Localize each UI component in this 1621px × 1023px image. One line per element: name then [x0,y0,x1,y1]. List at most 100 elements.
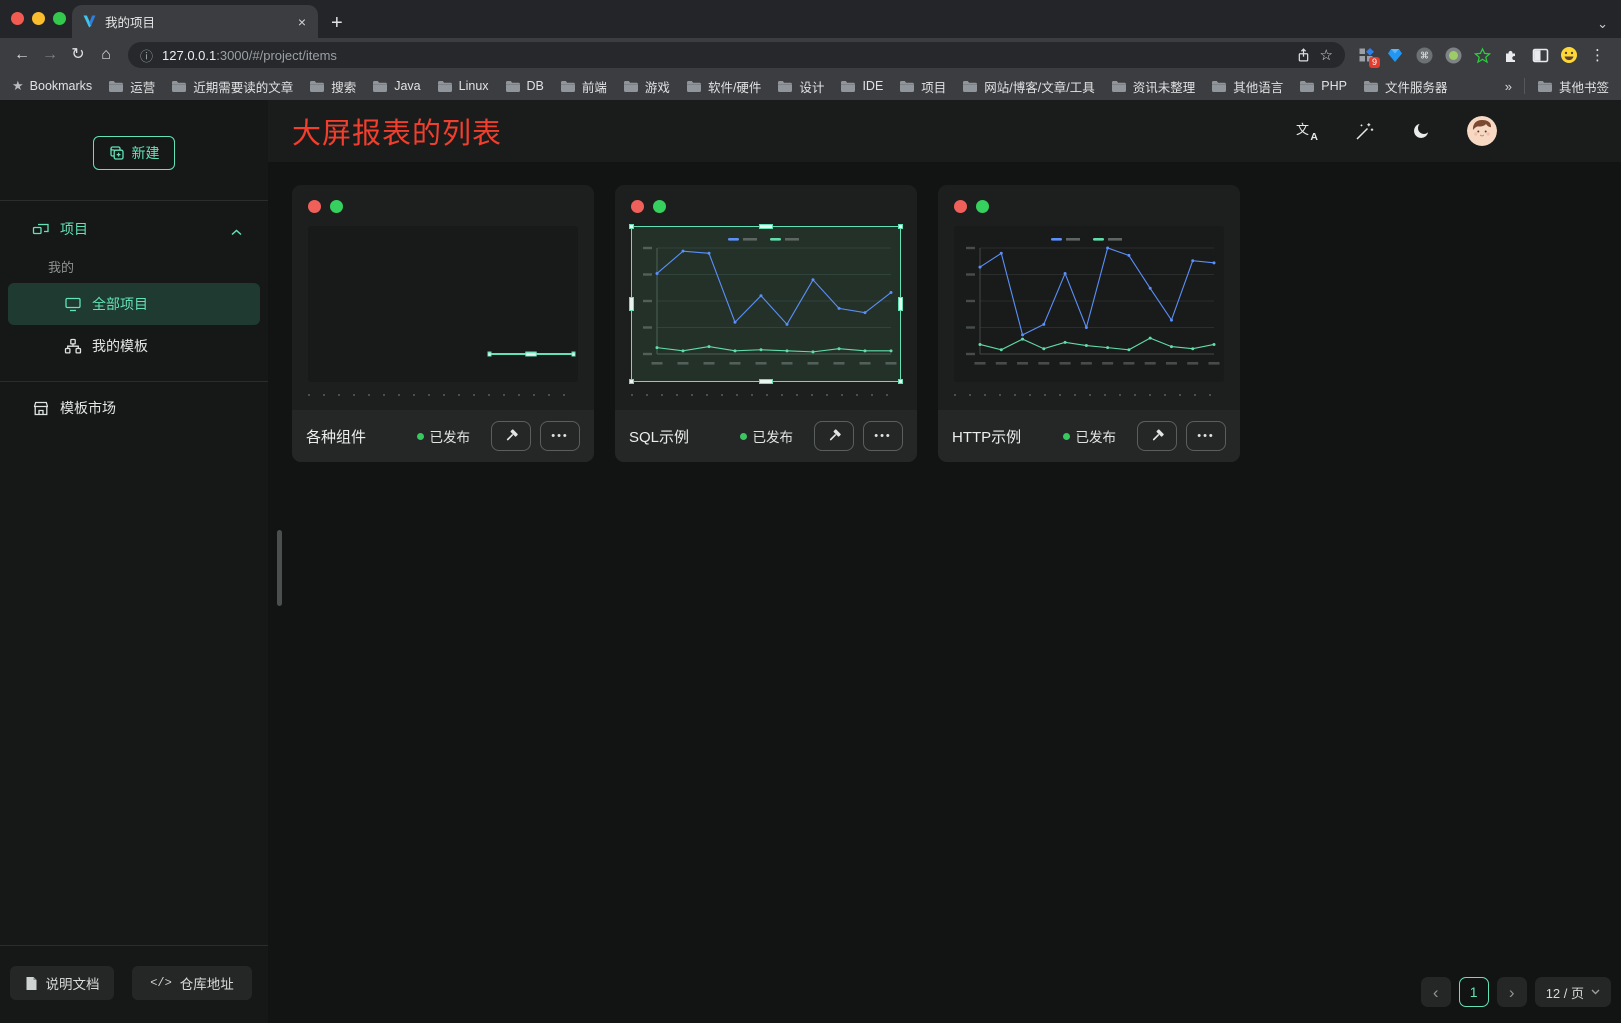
header-actions: 文A [1296,116,1597,146]
bookmark-folder[interactable]: DB [505,79,544,93]
folder-icon [623,80,639,93]
selection-handle[interactable] [898,224,903,229]
dark-mode-moon-icon[interactable] [1411,121,1431,141]
bookmark-folder[interactable]: 搜索 [309,77,356,96]
edit-project-button[interactable] [491,421,531,451]
other-bookmarks-label: 其他书签 [1559,77,1609,96]
more-actions-button[interactable]: ••• [1186,421,1226,451]
browser-tab[interactable]: 我的项目 × [72,5,318,38]
sidebar-item-my-templates[interactable]: 我的模板 [8,325,260,367]
project-thumbnail[interactable]: 25.00% [308,226,578,382]
bookmark-folder-label: DB [527,79,544,93]
selection-handle[interactable] [898,297,903,311]
more-actions-button[interactable]: ••• [863,421,903,451]
macos-minimize-button[interactable] [32,12,45,25]
address-bar[interactable]: ⓘ 127.0.0.1:3000/#/project/items ☆ [128,42,1345,68]
project-thumbnail[interactable] [954,226,1224,382]
folder-icon [560,80,576,93]
selection-handle[interactable] [629,379,634,384]
next-page-button[interactable]: › [1497,977,1527,1007]
docs-button[interactable]: 说明文档 [10,966,114,1000]
selection-handle[interactable] [526,353,537,357]
reload-button[interactable]: ↻ [64,47,92,63]
bookmark-folder[interactable]: 文件服务器 [1363,77,1448,96]
edit-project-button[interactable] [814,421,854,451]
red-dot [631,200,644,213]
bookmark-star-icon[interactable]: ☆ [1320,46,1333,64]
bookmark-folder[interactable]: 项目 [899,77,946,96]
bookmark-folder[interactable]: 游戏 [623,77,670,96]
forward-button[interactable]: → [36,47,64,63]
project-card[interactable]: 25.00%各种组件已发布••• [292,185,594,462]
emoji-extension-icon[interactable] [1560,46,1578,64]
bookmark-folder[interactable]: 资讯未整理 [1111,77,1196,96]
back-button[interactable]: ← [8,47,36,63]
bookmark-folder-label: 运营 [130,77,155,96]
selection-handle[interactable] [629,297,634,311]
magic-wand-icon[interactable] [1354,121,1375,142]
bookmark-folder[interactable]: 其他语言 [1211,77,1283,96]
new-project-button[interactable]: 新建 [93,136,175,170]
bookmark-folder[interactable]: 设计 [777,77,824,96]
extensions-puzzle-icon[interactable] [1502,46,1520,64]
bookmark-folder[interactable]: 网站/博客/文章/工具 [962,77,1094,96]
extension-circle-icon[interactable] [1444,46,1462,64]
extension-command-icon[interactable]: ⌘ [1415,46,1433,64]
tab-close-icon[interactable]: × [296,15,308,29]
bookmark-folder-label: 网站/博客/文章/工具 [984,77,1094,96]
user-avatar[interactable] [1467,116,1497,146]
share-icon[interactable] [1296,47,1311,63]
bookmarks-root[interactable]: ★ Bookmarks [12,78,92,94]
chevron-down-icon [1591,989,1600,995]
bookmark-folder[interactable]: 近期需要读的文章 [171,77,293,96]
extension-gem-icon[interactable] [1386,46,1404,64]
extension-star-icon[interactable] [1473,46,1491,64]
new-tab-button[interactable]: + [331,13,343,33]
bookmark-folder[interactable]: PHP [1299,79,1347,93]
selection-handle[interactable] [629,224,634,229]
bookmarks-overflow-chevron[interactable]: » [1505,79,1512,94]
more-actions-button[interactable]: ••• [540,421,580,451]
bookmark-folder[interactable]: 前端 [560,77,607,96]
repo-button[interactable]: </> 仓库地址 [132,966,252,1000]
project-thumbnail[interactable] [631,226,901,382]
folder-icon [1363,80,1379,93]
sidebar-section-projects[interactable]: 项目 [0,209,268,249]
edit-project-button[interactable] [1137,421,1177,451]
split-view-icon[interactable] [1531,46,1549,64]
project-card[interactable]: HTTP示例已发布••• [938,185,1240,462]
project-name: 各种组件 [306,426,417,447]
bookmark-folder[interactable]: Linux [437,79,489,93]
page-size-select[interactable]: 12 / 页 [1535,977,1611,1007]
sidebar-item-template-market[interactable]: 模板市场 [0,388,268,428]
scrollbar-thumb[interactable] [277,530,282,606]
browser-menu-icon[interactable]: ⋮ [1582,46,1613,64]
folder-icon [309,80,325,93]
selection-handle[interactable] [759,224,773,229]
folder-icon [171,80,187,93]
bookmark-folder[interactable]: 软件/硬件 [686,77,761,96]
selection-handle[interactable] [759,379,773,384]
language-icon[interactable]: 文A [1296,121,1318,141]
macos-close-button[interactable] [11,12,24,25]
card-window-dots [615,185,917,213]
project-card[interactable]: SQL示例已发布••• [615,185,917,462]
sidebar: 新建 项目 我的 [0,100,268,1023]
site-info-icon[interactable]: ⓘ [140,46,153,65]
prev-page-button[interactable]: ‹ [1421,977,1451,1007]
other-bookmarks-folder[interactable]: 其他书签 [1537,77,1609,96]
bookmark-folder[interactable]: 运营 [108,77,155,96]
bookmark-folder[interactable]: Java [372,79,420,93]
selection-handle[interactable] [898,379,903,384]
extension-grid-icon[interactable]: 9 [1357,46,1375,64]
macos-traffic-lights [11,12,66,25]
bookmark-folder[interactable]: IDE [840,79,883,93]
macos-zoom-button[interactable] [53,12,66,25]
chevron-up-icon[interactable] [231,223,242,241]
home-button[interactable]: ⌂ [92,47,120,63]
sidebar-item-all-projects[interactable]: 全部项目 [8,283,260,325]
current-page-button[interactable]: 1 [1459,977,1489,1007]
selection-handle[interactable] [487,353,491,357]
tab-search-chevron-icon[interactable]: ⌄ [1597,17,1608,30]
selection-handle[interactable] [572,353,576,357]
